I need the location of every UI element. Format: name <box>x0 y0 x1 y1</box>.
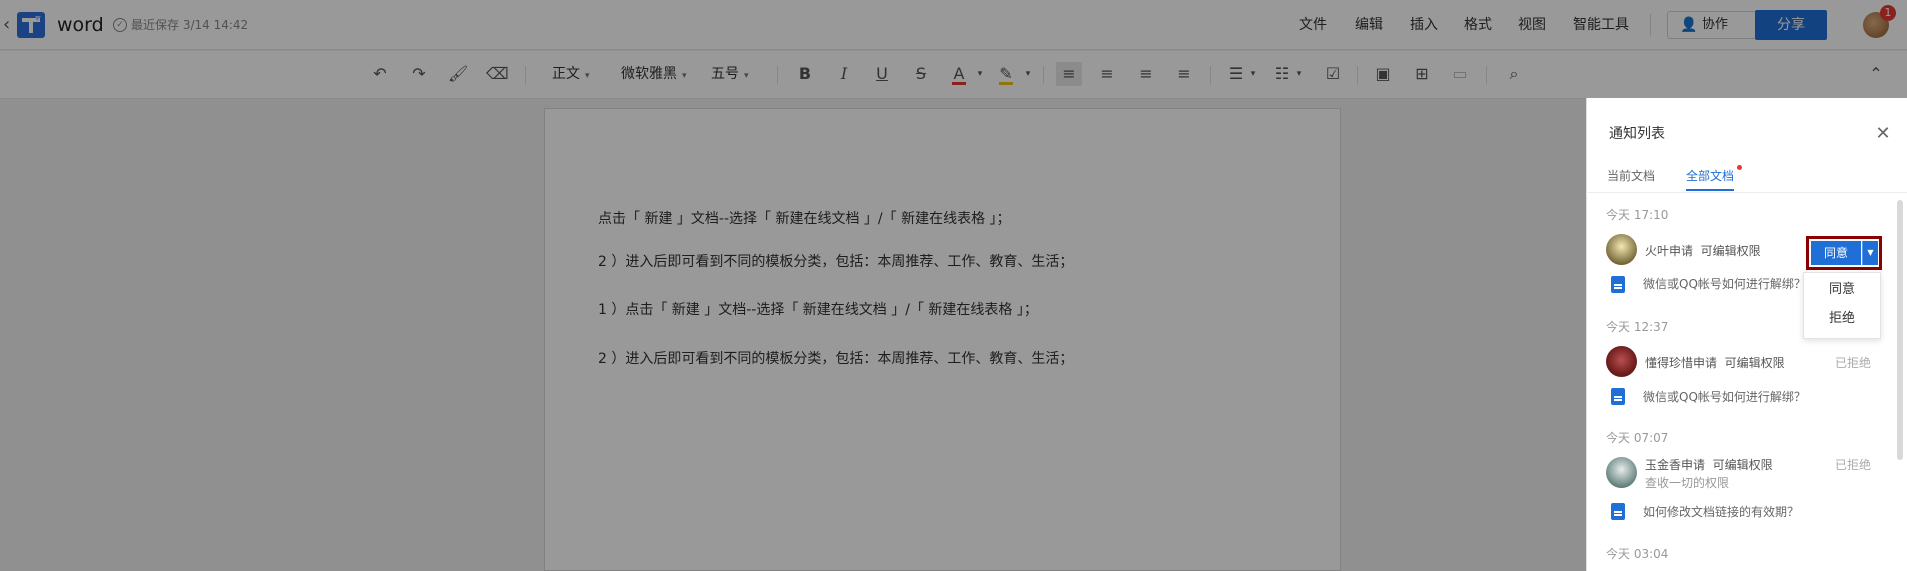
request-text: 懂得珍惜申请 可编辑权限 <box>1645 355 1785 371</box>
requester-name: 懂得珍惜申请 <box>1645 356 1718 370</box>
group-date: 今天 17:10 <box>1606 208 1669 222</box>
document-icon <box>1611 388 1625 405</box>
request-permission: 可编辑权限 <box>1712 458 1773 472</box>
close-icon[interactable]: ✕ <box>1873 124 1893 144</box>
request-text: 玉金香申请 可编辑权限 <box>1645 457 1773 473</box>
requester-avatar <box>1606 457 1637 488</box>
tabs-divider <box>1586 192 1907 193</box>
status-badge: 已拒绝 <box>1835 356 1872 370</box>
panel-title: 通知列表 <box>1609 126 1665 142</box>
active-tab-indicator <box>1686 189 1734 191</box>
request-permission: 可编辑权限 <box>1700 244 1761 258</box>
document-link[interactable]: 微信或QQ帐号如何进行解绑？ <box>1643 276 1806 292</box>
unread-dot <box>1737 165 1742 170</box>
group-date: 今天 07:07 <box>1606 431 1669 445</box>
requester-name: 火叶申请 <box>1645 244 1694 258</box>
group-date: 今天 03:04 <box>1606 547 1669 561</box>
dropdown-item-agree[interactable]: 同意 <box>1829 281 1855 299</box>
chevron-down-icon[interactable]: ▼ <box>1862 241 1878 265</box>
group-date: 今天 12:37 <box>1606 320 1669 334</box>
tab-current-document[interactable]: 当前文档 <box>1607 167 1655 185</box>
dropdown-item-reject[interactable]: 拒绝 <box>1829 310 1855 328</box>
requester-avatar <box>1606 234 1637 265</box>
document-icon <box>1611 276 1625 293</box>
document-link[interactable]: 如何修改文档链接的有效期？ <box>1643 504 1799 520</box>
agree-button[interactable]: 同意 <box>1811 241 1861 265</box>
requester-name: 玉金香申请 <box>1645 458 1706 472</box>
request-text: 火叶申请 可编辑权限 <box>1645 243 1761 259</box>
tab-all-documents[interactable]: 全部文档 <box>1686 167 1734 185</box>
panel-scrollbar[interactable] <box>1897 200 1903 460</box>
document-link[interactable]: 微信或QQ帐号如何进行解绑？ <box>1643 389 1806 405</box>
requester-avatar <box>1606 346 1637 377</box>
request-permission: 可编辑权限 <box>1724 356 1785 370</box>
document-icon <box>1611 503 1625 520</box>
request-note: 查收一切的权限 <box>1645 476 1730 490</box>
status-badge: 已拒绝 <box>1835 458 1872 472</box>
